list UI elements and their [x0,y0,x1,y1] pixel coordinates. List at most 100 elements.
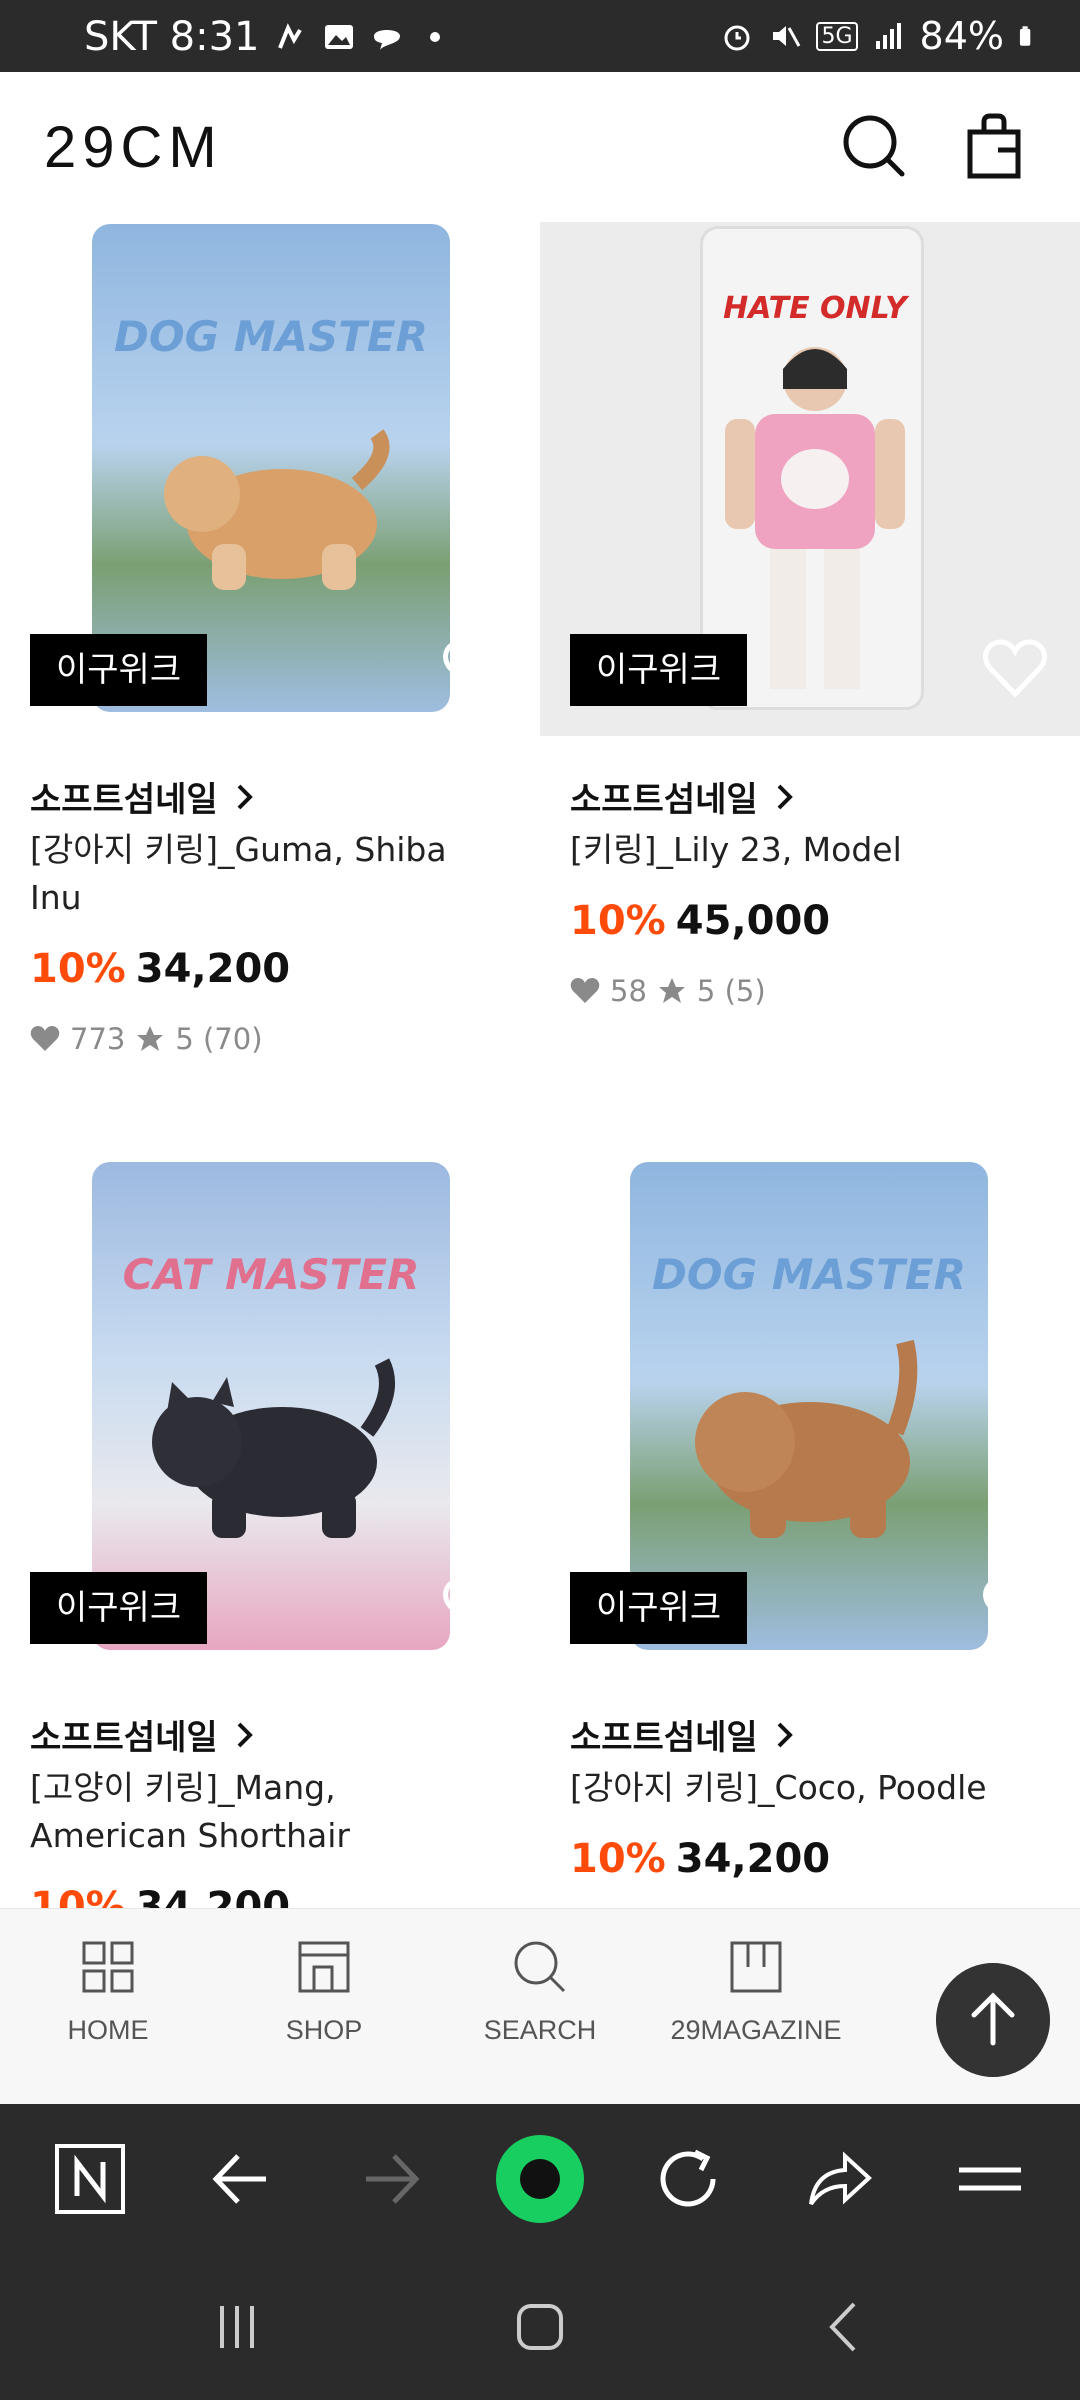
shopping-bag-icon[interactable] [958,110,1030,182]
product-name[interactable]: [고양이 키링]_Mang, American Shorthair [30,1764,500,1860]
product-card[interactable]: HATE ONLY 이구위크 소프트섬네일 [키링]_Lily 23, Mode… [540,222,1080,1008]
package-title: DOG MASTER [652,1250,966,1299]
brand-link[interactable]: 소프트섬네일 [570,1710,796,1759]
tab-label: SHOP [285,2015,363,2045]
naver-green-dot-icon[interactable] [495,2134,585,2224]
package-title: HATE ONLY [723,291,907,326]
product-image[interactable]: DOG MASTER 이구위크 [540,1160,1080,1674]
rating: 5 (5) [696,974,766,1008]
mute-icon [773,26,801,47]
like-count: 58 [610,974,647,1008]
shop-icon [298,1941,350,1993]
shiba-dog-figure [164,429,390,590]
battery-level: 84% [919,14,1004,58]
refresh-icon[interactable] [643,2134,733,2224]
heart-icon[interactable] [980,1572,1050,1642]
brand-name: 소프트섬네일 [30,780,218,820]
product-card[interactable]: CAT MASTER 이구위크 소프트섬네일 [고양이 키링]_Mang, Am… [0,1160,540,1908]
event-badge: 이구위크 [570,1572,748,1644]
chat-icon [373,30,400,50]
star-icon [658,978,685,1003]
chevron-right-icon [777,784,793,809]
browser-toolbar [0,2104,1080,2254]
discount-rate: 10% [570,898,666,944]
chevron-right-icon [237,784,253,809]
menu-icon[interactable] [945,2134,1035,2224]
product-image[interactable]: CAT MASTER 이구위크 [0,1160,540,1674]
price: 34,200 [135,946,291,992]
tab-label: SEARCH [483,2015,597,2045]
event-badge: 이구위크 [30,1572,208,1644]
product-card[interactable]: DOG MASTER 이구위크 소프트섬네일 [강아지 키링]_Guma, Sh… [0,222,540,1056]
signal-icon [875,23,901,49]
product-image[interactable]: DOG MASTER 이구위크 [0,222,540,736]
brand-name: 소프트섬네일 [570,1718,758,1758]
price: 45,000 [675,898,831,944]
chevron-right-icon [237,1722,253,1747]
price-row: 10% 45,000 [570,898,830,944]
product-card[interactable]: DOG MASTER 이구위크 소프트섬네일 [강아지 키링]_Coco, Po… [540,1160,1080,1882]
price-row: 10% 34,200 [30,1884,290,1908]
gallery-icon [324,25,353,49]
alarm-icon [724,25,750,51]
discount-rate: 10% [570,1836,666,1882]
naver-home-icon[interactable] [45,2134,135,2224]
poodle-dog-figure [695,1339,918,1538]
product-name[interactable]: [강아지 키링]_Guma, Shiba Inu [30,826,500,922]
dot-icon [429,32,440,42]
search-icon[interactable] [838,110,910,182]
star-icon [137,1026,164,1051]
brand-link[interactable]: 소프트섬네일 [30,772,256,821]
black-cat-figure [152,1358,395,1538]
tab-shop[interactable]: SHOP [216,1937,432,2046]
heart-icon[interactable] [980,634,1050,704]
tab-search[interactable]: SEARCH [432,1937,648,2046]
home-icon[interactable] [495,2282,585,2372]
discount-rate: 10% [30,1884,126,1908]
android-navigation-bar [0,2254,1080,2400]
price: 34,200 [675,1836,831,1882]
like-count-heart-icon [30,1026,60,1051]
like-count-heart-icon [570,978,600,1003]
battery-icon [1019,26,1031,46]
app-notification-icon [277,23,302,49]
network-indicator: 5G [816,21,858,51]
back-icon[interactable] [798,2282,888,2372]
product-name[interactable]: [강아지 키링]_Coco, Poodle [570,1764,1040,1812]
heart-icon[interactable] [440,634,510,704]
tab-label: HOME [67,2015,149,2045]
product-image[interactable]: HATE ONLY 이구위크 [540,222,1080,736]
chevron-right-icon [777,1722,793,1747]
tab-label: 29MAGAZINE [670,2015,842,2045]
product-meta: 58 5 (5) [570,974,766,1008]
tab-home[interactable]: HOME [0,1937,216,2046]
brand-name: 소프트섬네일 [30,1718,218,1758]
product-grid: DOG MASTER 이구위크 소프트섬네일 [강아지 키링]_Guma, Sh… [0,222,1080,1908]
rating: 5 (70) [175,1022,263,1056]
status-bar: SKT 8:31 5G 84% [0,0,1080,72]
heart-icon[interactable] [440,1572,510,1642]
scroll-to-top-button[interactable] [936,1963,1050,2077]
brand-link[interactable]: 소프트섬네일 [570,772,796,821]
package-title: CAT MASTER [122,1250,420,1299]
share-icon[interactable] [793,2134,883,2224]
price: 34,200 [135,1884,291,1908]
search-icon [514,1941,566,1993]
forward-arrow-icon[interactable] [346,2134,436,2224]
product-meta: 773 5 (70) [30,1022,263,1056]
home-grid-icon [82,1941,134,1993]
magazine-icon [730,1941,782,1993]
like-count: 773 [70,1022,126,1056]
tab-29magazine[interactable]: 29MAGAZINE [648,1937,864,2046]
discount-rate: 10% [30,946,126,992]
doll-figure [725,347,905,689]
package-title: DOG MASTER [114,312,428,361]
brand-link[interactable]: 소프트섬네일 [30,1710,256,1759]
recent-apps-icon[interactable] [192,2282,282,2372]
back-arrow-icon[interactable] [196,2134,286,2224]
brand-logo[interactable]: 29CM [44,114,223,181]
product-name[interactable]: [키링]_Lily 23, Model [570,826,1040,874]
event-badge: 이구위크 [30,634,208,706]
price-row: 10% 34,200 [570,1836,830,1882]
app-header: 29CM [0,72,1080,222]
